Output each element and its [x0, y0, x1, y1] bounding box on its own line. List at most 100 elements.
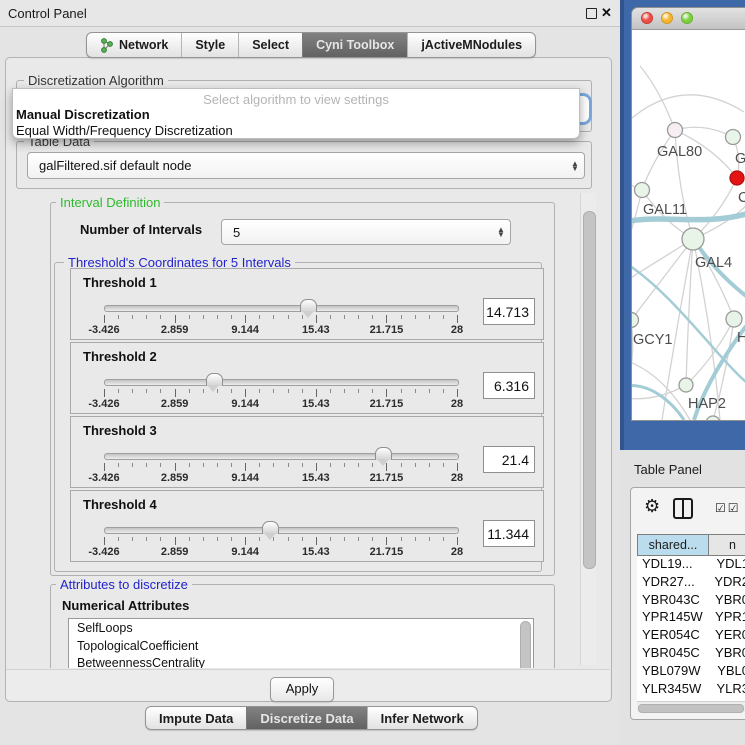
minimize-traffic-light[interactable] — [661, 12, 673, 24]
slider-tick — [189, 463, 190, 467]
slider-tick — [372, 389, 373, 393]
table-cell-shared: YDR27... — [637, 574, 710, 592]
slider-tick — [146, 315, 147, 319]
table-row[interactable]: YDR27...YDR2 — [637, 574, 745, 592]
network-node[interactable] — [635, 183, 650, 198]
table-data-combo[interactable]: galFiltered.sif default node ▲▼ — [27, 152, 585, 179]
list-scrollbar[interactable] — [520, 621, 531, 668]
table-row[interactable]: YDL19...YDL1 — [637, 556, 745, 574]
tab-style[interactable]: Style — [181, 33, 238, 57]
threshold-slider-thumb[interactable] — [300, 299, 317, 312]
spinner-arrows-icon: ▲▼ — [492, 227, 510, 237]
network-node[interactable] — [632, 313, 639, 328]
tab-discretize-data[interactable]: Discretize Data — [246, 707, 366, 729]
slider-tick — [401, 537, 402, 541]
dropdown-option-manual[interactable]: Manual Discretization — [13, 106, 579, 122]
threshold-slider-track[interactable] — [104, 305, 459, 312]
column-header-shared[interactable]: shared... — [637, 534, 709, 556]
threshold-slider-track[interactable] — [104, 453, 459, 460]
column-header-name[interactable]: n — [709, 534, 745, 556]
slider-tick — [231, 315, 232, 319]
panel-scrollbar[interactable] — [580, 193, 596, 665]
network-node[interactable] — [726, 311, 742, 327]
slider-tick — [273, 463, 274, 467]
threshold-value-field[interactable]: 21.4 — [483, 446, 535, 473]
slider-tick — [245, 315, 246, 323]
threshold-slider-track[interactable] — [104, 527, 459, 534]
slider-tick — [457, 389, 458, 397]
slider-tick — [118, 463, 119, 467]
network-canvas[interactable]: GAL80GACGAL11GAL4GCY1HHAP2 — [632, 30, 745, 420]
attribute-list-item[interactable]: TopologicalCoefficient — [69, 637, 533, 655]
zoom-traffic-light[interactable] — [681, 12, 693, 24]
network-node[interactable] — [726, 130, 741, 145]
attribute-list-item[interactable]: BetweennessCentrality — [69, 654, 533, 668]
slider-tick-label: 15.43 — [302, 324, 330, 336]
table-row[interactable]: YLR345WYLR3 — [637, 681, 745, 699]
gear-icon[interactable]: ⚙ — [644, 496, 660, 517]
table-cell-name: YBL0 — [713, 663, 745, 681]
slider-tick — [386, 315, 387, 323]
dropdown-prompt: Select algorithm to view settings — [13, 89, 579, 106]
tab-cyni-toolbox[interactable]: Cyni Toolbox — [302, 33, 407, 57]
checkbox-icons[interactable]: ☑☑ — [715, 501, 741, 515]
network-node[interactable] — [668, 123, 683, 138]
split-view-icon[interactable] — [673, 498, 693, 519]
slider-tick — [217, 315, 218, 319]
slider-tick — [259, 315, 260, 319]
table-horizontal-scrollbar-thumb[interactable] — [638, 704, 744, 713]
close-traffic-light[interactable] — [641, 12, 653, 24]
slider-tick-labels: -3.4262.8599.14415.4321.71528 — [104, 472, 457, 484]
table-rows[interactable]: YDL19...YDL1YDR27...YDR2YBR043CYBR0YPR14… — [637, 556, 745, 701]
number-of-intervals-combo[interactable]: 5 ▲▼ — [221, 219, 511, 245]
number-of-intervals-value: 5 — [222, 225, 492, 240]
slider-tick — [231, 389, 232, 393]
threshold-slider-track[interactable] — [104, 379, 459, 386]
tab-jactivemnodules[interactable]: jActiveMNodules — [407, 33, 535, 57]
slider-tick — [302, 463, 303, 467]
window-title: Control Panel — [8, 6, 87, 21]
close-icon[interactable]: ✕ — [601, 5, 612, 21]
threshold-value-field[interactable]: 6.316 — [483, 372, 535, 399]
threshold-value-field[interactable]: 14.713 — [483, 298, 535, 325]
slider-tick — [358, 315, 359, 319]
slider-tick-label: 15.43 — [302, 472, 330, 484]
threshold-slider-thumb[interactable] — [262, 521, 279, 534]
table-row[interactable]: YBL079WYBL0 — [637, 663, 745, 681]
table-cell-name: YER0 — [711, 627, 745, 645]
slider-tick — [273, 389, 274, 393]
network-node[interactable] — [682, 228, 704, 250]
threshold-value-field[interactable]: 11.344 — [483, 520, 535, 547]
network-node[interactable] — [730, 171, 744, 185]
tab-select[interactable]: Select — [238, 33, 302, 57]
slider-tick — [372, 463, 373, 467]
panel-scrollbar-thumb[interactable] — [583, 211, 596, 569]
network-node[interactable] — [706, 416, 720, 420]
table-row[interactable]: YBR045CYBR0 — [637, 645, 745, 663]
slider-tick — [443, 537, 444, 541]
table-horizontal-scrollbar[interactable] — [637, 701, 745, 712]
threshold-4-panel: Threshold 4 -3.4262.8599.14415.4321.7152… — [70, 490, 544, 562]
threshold-slider-thumb[interactable] — [206, 373, 223, 386]
slider-tick — [217, 463, 218, 467]
tab-network-label: Network — [119, 38, 168, 52]
dropdown-option-equal-width[interactable]: Equal Width/Frequency Discretization — [13, 122, 579, 138]
restore-icon[interactable] — [586, 8, 597, 19]
tab-impute-data[interactable]: Impute Data — [146, 707, 246, 729]
numerical-attributes-list[interactable]: SelfLoopsTopologicalCoefficientBetweenne… — [68, 618, 534, 668]
table-row[interactable]: YER054CYER0 — [637, 627, 745, 645]
tab-infer-network[interactable]: Infer Network — [367, 707, 477, 729]
network-graph: GAL80GACGAL11GAL4GCY1HHAP2 — [632, 30, 745, 420]
slider-tick — [457, 537, 458, 545]
slider-tick — [245, 463, 246, 471]
attribute-list-item[interactable]: SelfLoops — [69, 619, 533, 637]
threshold-slider-thumb[interactable] — [375, 447, 392, 460]
tab-network[interactable]: Network — [87, 33, 181, 57]
slider-tick-label: 9.144 — [231, 324, 259, 336]
table-row[interactable]: YPR145WYPR1 — [637, 609, 745, 627]
table-row[interactable]: YBR043CYBR0 — [637, 592, 745, 610]
slider-tick-label: 21.715 — [370, 472, 404, 484]
slider-tick — [429, 463, 430, 467]
apply-button[interactable]: Apply — [270, 677, 334, 702]
network-node[interactable] — [679, 378, 693, 392]
